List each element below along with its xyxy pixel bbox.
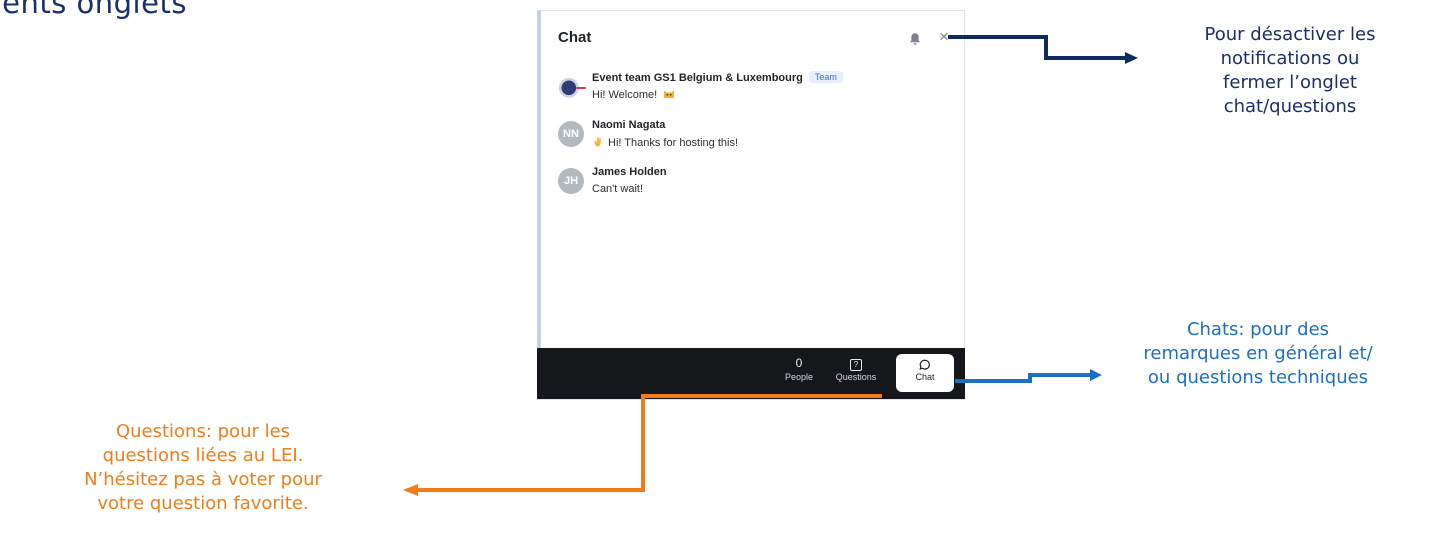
annotation-line: Pour désactiver les bbox=[1204, 24, 1376, 45]
annotation-line: fermer l’onglet bbox=[1223, 72, 1357, 93]
questions-arrow bbox=[403, 394, 882, 496]
annotation-line: Chats: pour des bbox=[1186, 319, 1330, 340]
annotation-line: votre question favorite. bbox=[97, 493, 309, 514]
annotation-line: remarques en général et/ bbox=[1143, 343, 1373, 364]
chat-annotation: Chats: pour des remarques en général et/… bbox=[1072, 318, 1444, 390]
annotation-line: ou questions techniques bbox=[1147, 367, 1369, 388]
annotation-line: questions liées au LEI. bbox=[102, 445, 304, 466]
annotation-line: chat/questions bbox=[1223, 96, 1357, 117]
annotation-line: Questions: pour les bbox=[115, 421, 291, 442]
notifications-annotation: Pour désactiver les notifications ou fer… bbox=[1162, 23, 1418, 119]
annotation-line: notifications ou bbox=[1220, 48, 1360, 69]
notifications-arrow bbox=[948, 35, 1138, 64]
questions-annotation: Questions: pour les questions liées au L… bbox=[18, 420, 388, 516]
annotation-line: N’hésitez pas à voter pour bbox=[84, 469, 322, 490]
